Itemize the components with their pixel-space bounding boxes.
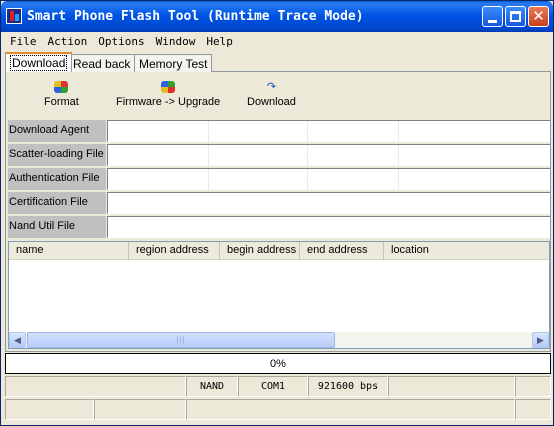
menu-options[interactable]: Options — [93, 33, 150, 51]
format-icon — [54, 81, 69, 93]
format-label: Format — [44, 96, 79, 108]
column-name[interactable]: name — [9, 242, 129, 260]
status-pane-empty — [186, 399, 515, 420]
certification-field[interactable] — [107, 192, 550, 214]
authentication-label[interactable]: Authentication File — [8, 168, 106, 190]
horizontal-scrollbar[interactable]: ◀ ||| ▶ — [9, 332, 549, 348]
status-pane-empty — [94, 399, 186, 420]
firmware-upgrade-button[interactable]: Firmware -> Upgrade — [116, 81, 220, 108]
window-title: Smart Phone Flash Tool (Runtime Trace Mo… — [27, 9, 364, 24]
tab-download[interactable]: Download — [5, 52, 73, 72]
scroll-left-button[interactable]: ◀ — [9, 332, 26, 348]
maximize-button[interactable] — [505, 6, 526, 27]
tab-read-back[interactable]: Read back — [68, 54, 136, 72]
download-agent-field[interactable] — [107, 120, 550, 142]
status-port: COM1 — [238, 376, 308, 397]
menu-window[interactable]: Window — [151, 33, 202, 51]
progress-text: 0% — [270, 358, 286, 370]
tab-read-back-label: Read back — [73, 57, 131, 71]
tab-memory-test[interactable]: Memory Test — [134, 54, 213, 72]
app-icon[interactable] — [6, 8, 22, 24]
download-agent-label[interactable]: Download Agent — [8, 120, 106, 142]
status-pane-empty — [515, 376, 551, 397]
nand-util-label[interactable]: Nand Util File — [8, 216, 106, 238]
nand-util-row: Nand Util File — [8, 216, 550, 238]
column-begin-address[interactable]: begin address — [220, 242, 300, 260]
column-region-address[interactable]: region address — [129, 242, 220, 260]
menu-action[interactable]: Action — [43, 33, 94, 51]
authentication-row: Authentication File — [8, 168, 550, 190]
download-agent-row: Download Agent — [8, 120, 550, 142]
upgrade-icon — [161, 81, 176, 93]
certification-row: Certification File — [8, 192, 550, 214]
status-pane-empty — [5, 376, 186, 397]
scatter-loading-field[interactable] — [107, 144, 550, 166]
menu-bar: File Action Options Window Help — [5, 33, 239, 51]
list-header: name region address begin address end ad… — [9, 242, 549, 260]
status-bar-top: NAND COM1 921600 bps — [5, 376, 551, 397]
upgrade-label: Firmware -> Upgrade — [116, 96, 221, 108]
maximize-icon — [510, 11, 521, 22]
close-button[interactable]: ✕ — [528, 6, 549, 27]
progress-bar: 0% — [5, 353, 551, 374]
menu-file[interactable]: File — [5, 33, 43, 51]
region-list[interactable]: name region address begin address end ad… — [8, 241, 550, 349]
minimize-button[interactable] — [482, 6, 503, 27]
status-bar-bottom — [5, 399, 551, 420]
download-button[interactable]: ↷ Download — [247, 81, 296, 108]
main-window: Smart Phone Flash Tool (Runtime Trace Mo… — [0, 0, 554, 426]
menu-help[interactable]: Help — [201, 33, 239, 51]
status-pane-empty — [515, 399, 551, 420]
format-button[interactable]: Format — [44, 81, 79, 108]
title-bar[interactable]: Smart Phone Flash Tool (Runtime Trace Mo… — [1, 1, 553, 32]
download-arrow-icon: ↷ — [266, 81, 277, 93]
scatter-loading-row: Scatter-loading File — [8, 144, 550, 166]
close-icon: ✕ — [532, 7, 545, 25]
certification-label[interactable]: Certification File — [8, 192, 106, 214]
scroll-thumb[interactable]: ||| — [27, 332, 335, 348]
column-end-address[interactable]: end address — [300, 242, 384, 260]
status-baud: 921600 bps — [308, 376, 388, 397]
download-label: Download — [247, 96, 296, 108]
status-storage: NAND — [186, 376, 238, 397]
tab-download-label: Download — [10, 55, 68, 71]
tab-memory-test-label: Memory Test — [139, 57, 208, 71]
nand-util-field[interactable] — [107, 216, 550, 238]
column-location[interactable]: location — [384, 242, 549, 260]
authentication-field[interactable] — [107, 168, 550, 190]
status-pane-empty — [388, 376, 515, 397]
minimize-icon — [488, 20, 497, 23]
status-pane-empty — [5, 399, 94, 420]
scroll-right-button[interactable]: ▶ — [532, 332, 549, 348]
scatter-loading-label[interactable]: Scatter-loading File — [8, 144, 106, 166]
